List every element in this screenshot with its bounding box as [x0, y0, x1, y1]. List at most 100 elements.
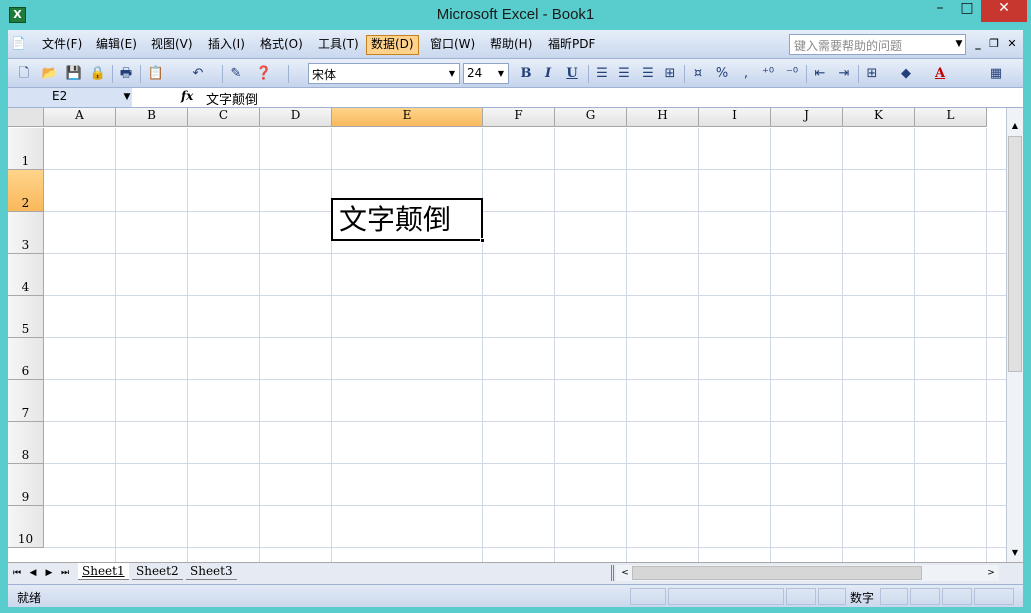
tab-split-handle[interactable]	[611, 565, 614, 581]
scroll-up-icon[interactable]: ▲	[1007, 118, 1023, 134]
menu-view[interactable]: 视图(V)	[147, 35, 197, 55]
horizontal-scrollbar[interactable]: < >	[616, 565, 999, 581]
menu-data[interactable]: 数据(D)	[366, 35, 419, 55]
menu-edit[interactable]: 编辑(E)	[92, 35, 141, 55]
fill-color-icon[interactable]: ◆	[896, 64, 916, 84]
column-header-b[interactable]: B	[116, 108, 188, 127]
decrease-indent-icon[interactable]: ⇤	[810, 64, 830, 84]
first-sheet-icon[interactable]: ⏮	[10, 566, 24, 580]
column-header-f[interactable]: F	[483, 108, 555, 127]
menu-file[interactable]: 文件(F)	[38, 35, 86, 55]
next-sheet-icon[interactable]: ▶	[42, 566, 56, 580]
scroll-right-icon[interactable]: >	[984, 565, 998, 581]
row-header-10[interactable]: 10	[8, 506, 44, 548]
last-sheet-icon[interactable]: ⏭	[58, 566, 72, 580]
column-header-l[interactable]: L	[915, 108, 987, 127]
new-file-icon[interactable]: 🗋	[14, 64, 34, 84]
active-cell[interactable]: 文字颠倒	[331, 198, 483, 241]
close-button[interactable]: ✕	[981, 0, 1027, 22]
chevron-down-icon[interactable]: ▼	[952, 35, 966, 54]
merge-center-icon[interactable]: ⊞	[660, 64, 680, 84]
chevron-down-icon[interactable]: ▼	[495, 65, 507, 82]
format-painter-icon[interactable]: ✎	[226, 64, 246, 84]
gridline-vertical	[626, 128, 627, 562]
column-header-d[interactable]: D	[260, 108, 332, 127]
bold-button[interactable]: B	[516, 64, 536, 84]
formula-input[interactable]: 文字颠倒	[206, 89, 996, 108]
minimize-button[interactable]: –	[926, 0, 954, 22]
column-header-h[interactable]: H	[627, 108, 699, 127]
menu-tools[interactable]: 工具(T)	[314, 35, 363, 55]
spreadsheet-grid[interactable]: ABCDEFGHIJKL 1 2 3 4 5 6 7 8 9 10 文字颠倒	[8, 108, 1006, 562]
help-search-input[interactable]: 键入需要帮助的问题	[789, 34, 966, 55]
font-name-select[interactable]: 宋体 ▼	[308, 63, 460, 84]
name-box[interactable]: E2	[8, 88, 132, 107]
row-header-5[interactable]: 5	[8, 296, 44, 338]
doc-close-icon[interactable]: ✕	[1004, 37, 1020, 53]
row-header-2[interactable]: 2	[8, 170, 44, 212]
scroll-down-icon[interactable]: ▼	[1007, 545, 1023, 561]
vertical-scrollbar[interactable]: ▲ ▼	[1006, 108, 1023, 562]
gridline-vertical	[554, 128, 555, 562]
chart-icon[interactable]: ▦	[986, 64, 1006, 84]
column-header-a[interactable]: A	[44, 108, 116, 127]
fill-handle[interactable]	[480, 238, 485, 243]
prev-sheet-icon[interactable]: ◀	[26, 566, 40, 580]
italic-button[interactable]: I	[538, 64, 558, 84]
increase-decimal-icon[interactable]: ⁺⁰	[758, 64, 778, 84]
function-icon[interactable]: fx	[181, 89, 197, 103]
maximize-button[interactable]: □	[954, 0, 980, 22]
print-icon[interactable]: 🖶	[116, 64, 136, 84]
column-header-g[interactable]: G	[555, 108, 627, 127]
menu-insert[interactable]: 插入(I)	[204, 35, 249, 55]
menu-foxit-pdf[interactable]: 福昕PDF	[544, 35, 599, 55]
column-header-c[interactable]: C	[188, 108, 260, 127]
help-icon[interactable]: ❓	[254, 64, 274, 84]
menu-help[interactable]: 帮助(H)	[486, 35, 536, 55]
row-header-6[interactable]: 6	[8, 338, 44, 380]
row-header-8[interactable]: 8	[8, 422, 44, 464]
chevron-down-icon[interactable]: ▼	[120, 88, 134, 107]
gridline-horizontal	[44, 463, 1006, 464]
currency-icon[interactable]: ¤	[688, 64, 708, 84]
open-folder-icon[interactable]: 📂	[40, 64, 60, 84]
sheet-tab-sheet2[interactable]: Sheet2	[132, 563, 183, 580]
horizontal-scroll-thumb[interactable]	[632, 566, 922, 580]
column-header-k[interactable]: K	[843, 108, 915, 127]
menu-format[interactable]: 格式(O)	[256, 35, 307, 55]
font-size-select[interactable]: 24 ▼	[463, 63, 509, 84]
undo-icon[interactable]: ↶	[188, 64, 208, 84]
comma-button[interactable]: ,	[736, 64, 756, 84]
row-header-1[interactable]: 1	[8, 128, 44, 170]
save-icon[interactable]: 💾	[64, 64, 84, 84]
paste-icon[interactable]: 📋	[146, 64, 166, 84]
select-all-corner[interactable]	[8, 108, 44, 127]
document-icon[interactable]: 📄	[11, 36, 33, 52]
borders-icon[interactable]: ⊞	[862, 64, 882, 84]
align-center-icon[interactable]: ☰	[614, 64, 634, 84]
sheet-tab-sheet3[interactable]: Sheet3	[186, 563, 237, 580]
menu-window[interactable]: 窗口(W)	[426, 35, 479, 55]
doc-restore-icon[interactable]: ❐	[986, 37, 1002, 53]
underline-button[interactable]: U	[562, 64, 582, 84]
row-header-3[interactable]: 3	[8, 212, 44, 254]
row-header-4[interactable]: 4	[8, 254, 44, 296]
font-color-button[interactable]: A	[930, 64, 950, 84]
vertical-scroll-thumb[interactable]	[1008, 136, 1022, 372]
sheet-tab-sheet1[interactable]: Sheet1	[78, 563, 129, 580]
column-header-i[interactable]: I	[699, 108, 771, 127]
row-header-7[interactable]: 7	[8, 380, 44, 422]
column-header-e[interactable]: E	[332, 108, 483, 127]
align-left-icon[interactable]: ☰	[592, 64, 612, 84]
status-pane	[630, 588, 666, 605]
decrease-decimal-icon[interactable]: ⁻⁰	[782, 64, 802, 84]
chevron-down-icon[interactable]: ▼	[446, 65, 458, 82]
column-header-j[interactable]: J	[771, 108, 843, 127]
percent-button[interactable]: %	[712, 64, 732, 84]
doc-minimize-icon[interactable]: _	[970, 37, 986, 53]
scroll-left-icon[interactable]: <	[618, 565, 632, 581]
permission-icon[interactable]: 🔒	[88, 64, 108, 84]
row-header-9[interactable]: 9	[8, 464, 44, 506]
increase-indent-icon[interactable]: ⇥	[834, 64, 854, 84]
align-right-icon[interactable]: ☰	[638, 64, 658, 84]
